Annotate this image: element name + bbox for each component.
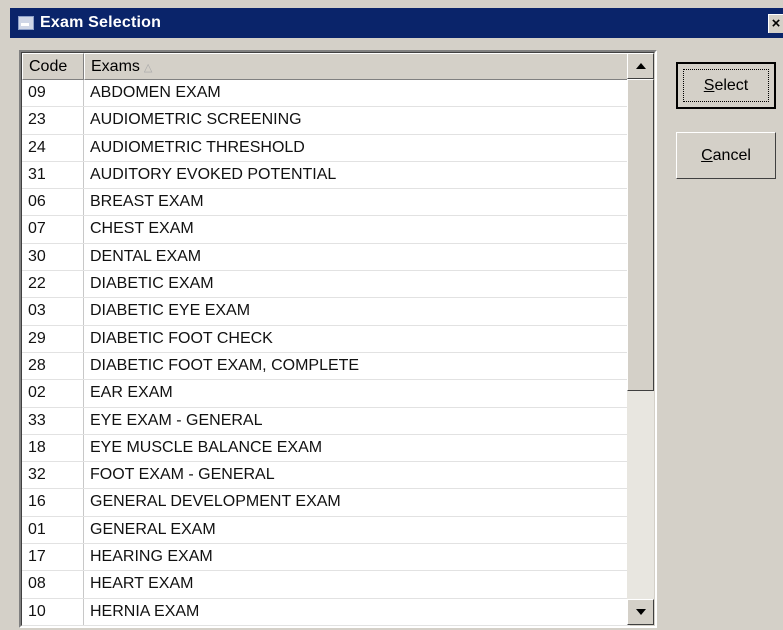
column-header-code-label: Code <box>29 58 68 75</box>
exam-code-cell: 18 <box>22 434 84 462</box>
exam-name-cell: BREAST EXAM <box>90 193 204 211</box>
table-row[interactable]: 03 DIABETIC EYE EXAM <box>22 298 630 326</box>
scroll-thumb[interactable] <box>627 79 654 391</box>
table-row[interactable]: 16 GENERAL DEVELOPMENT EXAM <box>22 489 630 517</box>
select-button-label: Select <box>703 76 749 94</box>
table-row[interactable]: 17 HEARING EXAM <box>22 544 630 572</box>
vertical-scrollbar[interactable] <box>627 53 654 625</box>
table-row[interactable]: 06 BREAST EXAM <box>22 189 630 217</box>
exam-code-cell: 29 <box>22 325 84 352</box>
exam-code-cell: 23 <box>22 107 84 134</box>
exam-code-cell: 01 <box>22 516 84 544</box>
exam-code-cell: 30 <box>22 243 84 271</box>
exam-code-cell: 09 <box>22 80 84 107</box>
scroll-up-button[interactable] <box>627 53 654 79</box>
cancel-button-label: Cancel <box>701 146 751 164</box>
exam-name-cell: HEARING EXAM <box>90 548 213 566</box>
exam-code-cell: 17 <box>22 544 84 571</box>
table-row[interactable]: 30 DENTAL EXAM <box>22 243 630 272</box>
exam-code-cell: 02 <box>22 380 84 407</box>
exam-name-cell: DIABETIC EXAM <box>90 275 214 293</box>
title-bar: Exam Selection × <box>10 8 783 38</box>
window-title: Exam Selection <box>40 14 162 31</box>
table-row[interactable]: 32 FOOT EXAM - GENERAL <box>22 462 630 490</box>
exam-code-cell: 08 <box>22 571 84 598</box>
column-header-exams[interactable]: Exams △ <box>84 53 630 80</box>
arrow-down-icon <box>635 609 646 615</box>
sort-ascending-icon: △ <box>143 62 153 74</box>
table-row[interactable]: 33 EYE EXAM - GENERAL <box>22 407 630 435</box>
list-header: Code Exams △ <box>22 53 630 80</box>
table-row[interactable]: 31 AUDITORY EVOKED POTENTIAL <box>22 161 630 190</box>
table-row[interactable]: 07 CHEST EXAM <box>22 216 630 244</box>
exam-name-cell: ABDOMEN EXAM <box>90 84 221 101</box>
cancel-button[interactable]: Cancel <box>676 132 776 179</box>
exam-code-cell: 24 <box>22 134 84 161</box>
exam-code-cell: 16 <box>22 489 84 516</box>
exam-name-cell: DENTAL EXAM <box>90 247 202 265</box>
exam-name-cell: EYE EXAM - GENERAL <box>90 411 263 429</box>
exam-name-cell: DIABETIC EYE EXAM <box>90 302 251 320</box>
table-row[interactable]: 09 ABDOMEN EXAM <box>22 80 630 108</box>
table-row[interactable]: 29 DIABETIC FOOT CHECK <box>22 325 630 353</box>
exam-name-cell: EYE MUSCLE BALANCE EXAM <box>90 438 323 456</box>
exam-name-cell: GENERAL EXAM <box>90 520 216 538</box>
close-button[interactable]: × <box>768 14 783 33</box>
exam-code-cell: 06 <box>22 189 84 216</box>
exam-code-cell: 07 <box>22 216 84 243</box>
exam-code-cell: 22 <box>22 271 84 298</box>
exam-name-cell: DIABETIC FOOT EXAM, COMPLETE <box>90 356 360 374</box>
scroll-down-button[interactable] <box>627 599 654 625</box>
exam-name-cell: AUDIOMETRIC THRESHOLD <box>90 138 305 156</box>
exam-code-cell: 03 <box>22 298 84 325</box>
exam-list[interactable]: Code Exams △ 09 ABDOMEN EXAM 23 AUDIOMETRIC … <box>19 50 657 628</box>
exam-name-cell: EAR EXAM <box>90 384 173 402</box>
exam-name-cell: DIABETIC FOOT CHECK <box>90 329 273 347</box>
column-header-exams-label: Exams <box>91 58 140 75</box>
exam-code-cell: 32 <box>22 462 84 489</box>
exam-name-cell: HEART EXAM <box>90 575 194 593</box>
table-row[interactable]: 10 HERNIA EXAM <box>22 598 630 626</box>
column-header-code[interactable]: Code <box>22 53 84 80</box>
exam-code-cell: 33 <box>22 407 84 434</box>
table-row[interactable]: 02 EAR EXAM <box>22 380 630 408</box>
table-row[interactable]: 22 DIABETIC EXAM <box>22 271 630 299</box>
table-row[interactable]: 18 EYE MUSCLE BALANCE EXAM <box>22 434 630 463</box>
exam-name-cell: GENERAL DEVELOPMENT EXAM <box>90 493 341 511</box>
exam-name-cell: HERNIA EXAM <box>90 602 200 620</box>
exam-name-cell: FOOT EXAM - GENERAL <box>90 466 275 484</box>
exam-name-cell: AUDIOMETRIC SCREENING <box>90 111 302 129</box>
exam-name-cell: CHEST EXAM <box>90 220 194 238</box>
table-row[interactable]: 23 AUDIOMETRIC SCREENING <box>22 107 630 135</box>
table-row[interactable]: 24 AUDIOMETRIC THRESHOLD <box>22 134 630 162</box>
exam-code-cell: 28 <box>22 352 84 380</box>
table-row[interactable]: 08 HEART EXAM <box>22 571 630 599</box>
table-row[interactable]: 28 DIABETIC FOOT EXAM, COMPLETE <box>22 352 630 381</box>
app-window-icon <box>18 16 34 30</box>
arrow-up-icon <box>635 63 646 69</box>
table-row[interactable]: 01 GENERAL EXAM <box>22 516 630 545</box>
list-rows: 09 ABDOMEN EXAM 23 AUDIOMETRIC SCREENING 24 A… <box>22 80 630 626</box>
exam-code-cell: 31 <box>22 161 84 189</box>
select-button[interactable]: Select <box>676 62 776 109</box>
exam-name-cell: AUDITORY EVOKED POTENTIAL <box>90 165 337 183</box>
exam-code-cell: 10 <box>22 598 84 625</box>
